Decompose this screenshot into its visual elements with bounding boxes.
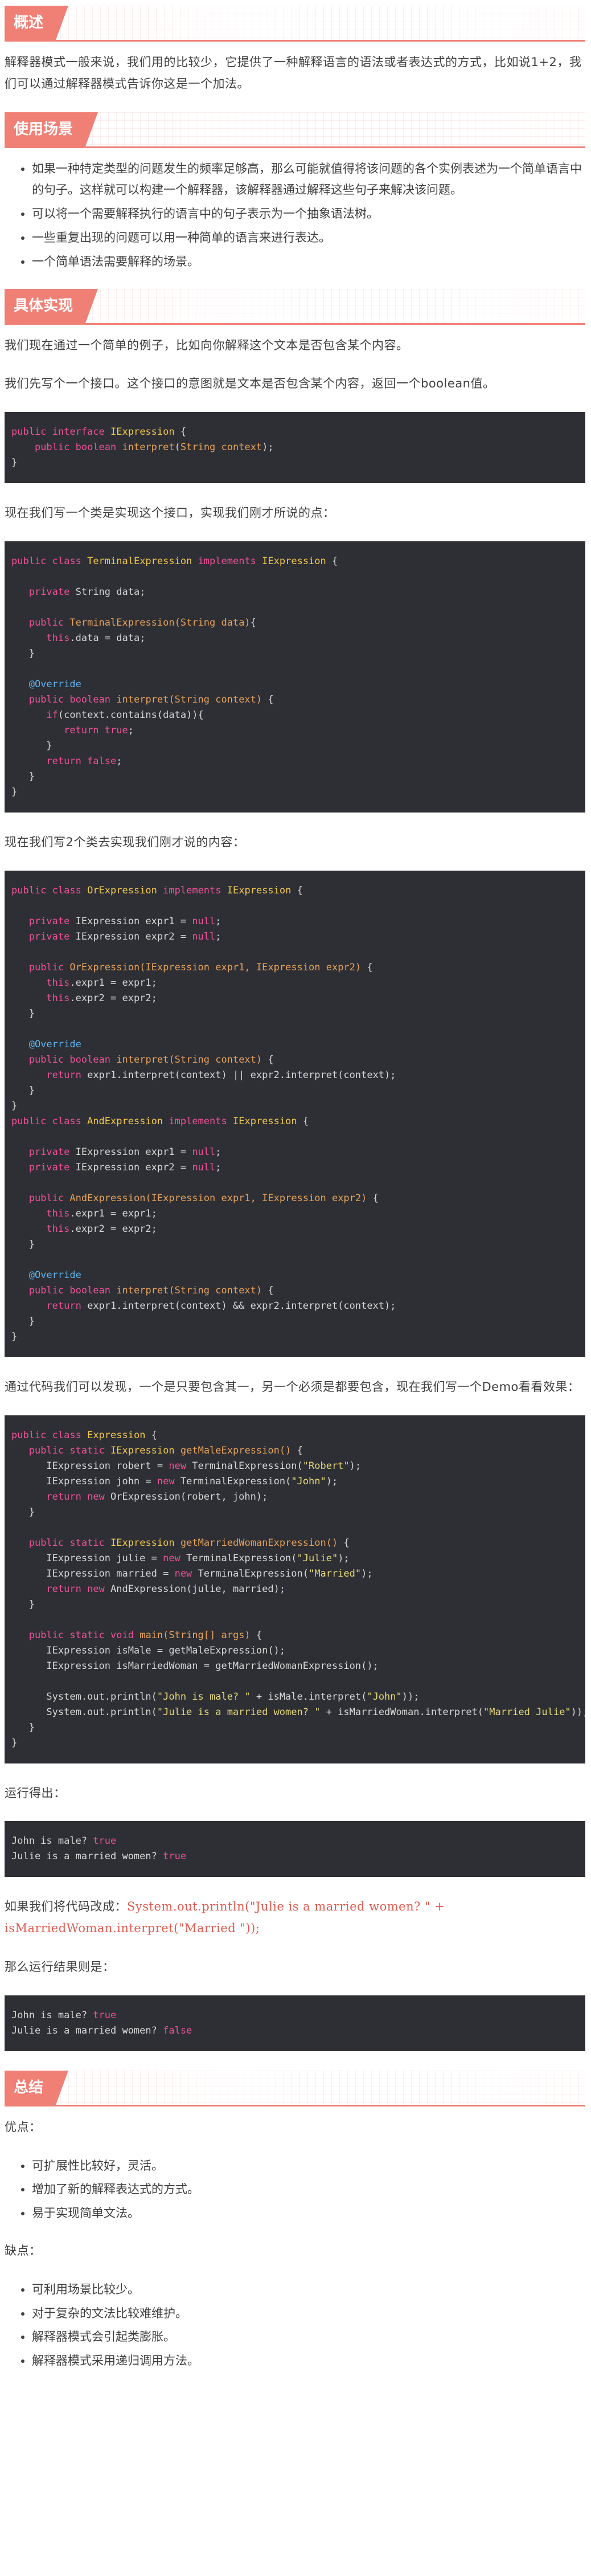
- output-value: true: [93, 2009, 117, 2021]
- list-item: 可以将一个需要解释执行的语言中的句子表示为一个抽象语法树。: [32, 203, 585, 225]
- section-header-overview: 概述: [5, 6, 585, 42]
- list-item: 可扩展性比较好，灵活。: [32, 2155, 585, 2177]
- impl-paragraph-7: 如果我们将代码改成：System.out.println("Julie is a…: [5, 1896, 585, 1940]
- impl-paragraph-6: 运行得出：: [5, 1786, 66, 1800]
- output-label: John is male?: [11, 1835, 93, 1847]
- output-value: true: [93, 1835, 117, 1847]
- list-item: 解释器模式会引起类膨胀。: [32, 2326, 585, 2348]
- section-title: 概述: [5, 6, 56, 40]
- list-item: 增加了新的解释表达式的方式。: [32, 2179, 585, 2201]
- output-block-1[interactable]: John is male? true Julie is a married wo…: [5, 1821, 585, 1877]
- section-title: 总结: [5, 2070, 56, 2105]
- article: 概述 解释器模式一般来说，我们用的比较少，它提供了一种解释语言的语法或者表达式的…: [0, 0, 591, 2372]
- output-label: John is male?: [11, 2009, 93, 2021]
- output-value: false: [163, 2024, 192, 2036]
- list-item: 一些重复出现的问题可以用一种简单的语言来进行表达。: [32, 227, 585, 249]
- impl-paragraph-2: 我们先写个一个接口。这个接口的意图就是文本是否包含某个内容，返回一个boolea…: [5, 377, 495, 391]
- output-label: Julie is a married women?: [11, 2024, 163, 2036]
- section-header-summary: 总结: [5, 2070, 585, 2106]
- pros-label: 优点：: [5, 2120, 42, 2134]
- section-title: 具体实现: [5, 288, 86, 323]
- paragraph-prefix: 如果我们将代码改成：: [5, 1900, 127, 1914]
- overview-text: 解释器模式一般来说，我们用的比较少，它提供了一种解释语言的语法或者表达式的方式，…: [5, 55, 582, 91]
- code-block-interface[interactable]: public interface IExpression { public bo…: [5, 412, 585, 484]
- list-item: 解释器模式采用递归调用方法。: [32, 2350, 585, 2372]
- list-item: 可利用场景比较少。: [32, 2279, 585, 2301]
- output-block-2[interactable]: John is male? true Julie is a married wo…: [5, 1995, 585, 2051]
- list-item: 一个简单语法需要解释的场景。: [32, 251, 585, 273]
- impl-paragraph-5: 通过代码我们可以发现，一个是只要包含其一，另一个必须是都要包含，现在我们写一个D…: [5, 1379, 580, 1394]
- code-block-terminal[interactable]: public class TerminalExpression implemen…: [5, 541, 585, 813]
- impl-paragraph-1: 我们现在通过一个简单的例子，比如向你解释这个文本是否包含某个内容。: [5, 338, 409, 352]
- cons-list: 可利用场景比较少。 对于复杂的文法比较难维护。 解释器模式会引起类膨胀。 解释器…: [5, 2279, 585, 2372]
- list-item: 易于实现简单文法。: [32, 2203, 585, 2224]
- impl-paragraph-8: 那么运行结果则是：: [5, 1959, 115, 1974]
- usage-list: 如果一种特定类型的问题发生的频率足够高，那么可能就值得将该问题的各个实例表述为一…: [5, 158, 585, 273]
- impl-paragraph-3: 现在我们写一个类是实现这个接口，实现我们刚才所说的点：: [5, 506, 335, 520]
- output-value: true: [163, 1851, 187, 1863]
- code-block-or-and[interactable]: public class OrExpression implements IEx…: [5, 870, 585, 1357]
- section-header-impl: 具体实现: [5, 288, 585, 325]
- list-item: 如果一种特定类型的问题发生的频率足够高，那么可能就值得将该问题的各个实例表述为一…: [32, 158, 585, 202]
- cons-label: 缺点：: [5, 2243, 42, 2257]
- impl-paragraph-4: 现在我们写2个类去实现我们刚才说的内容：: [5, 835, 245, 849]
- output-label: Julie is a married women?: [11, 1851, 163, 1863]
- section-title: 使用场景: [5, 112, 86, 146]
- section-header-usage: 使用场景: [5, 112, 585, 148]
- list-item: 对于复杂的文法比较难维护。: [32, 2303, 585, 2325]
- code-block-demo[interactable]: public class Expression { public static …: [5, 1415, 585, 1763]
- pros-list: 可扩展性比较好，灵活。 增加了新的解释表达式的方式。 易于实现简单文法。: [5, 2155, 585, 2224]
